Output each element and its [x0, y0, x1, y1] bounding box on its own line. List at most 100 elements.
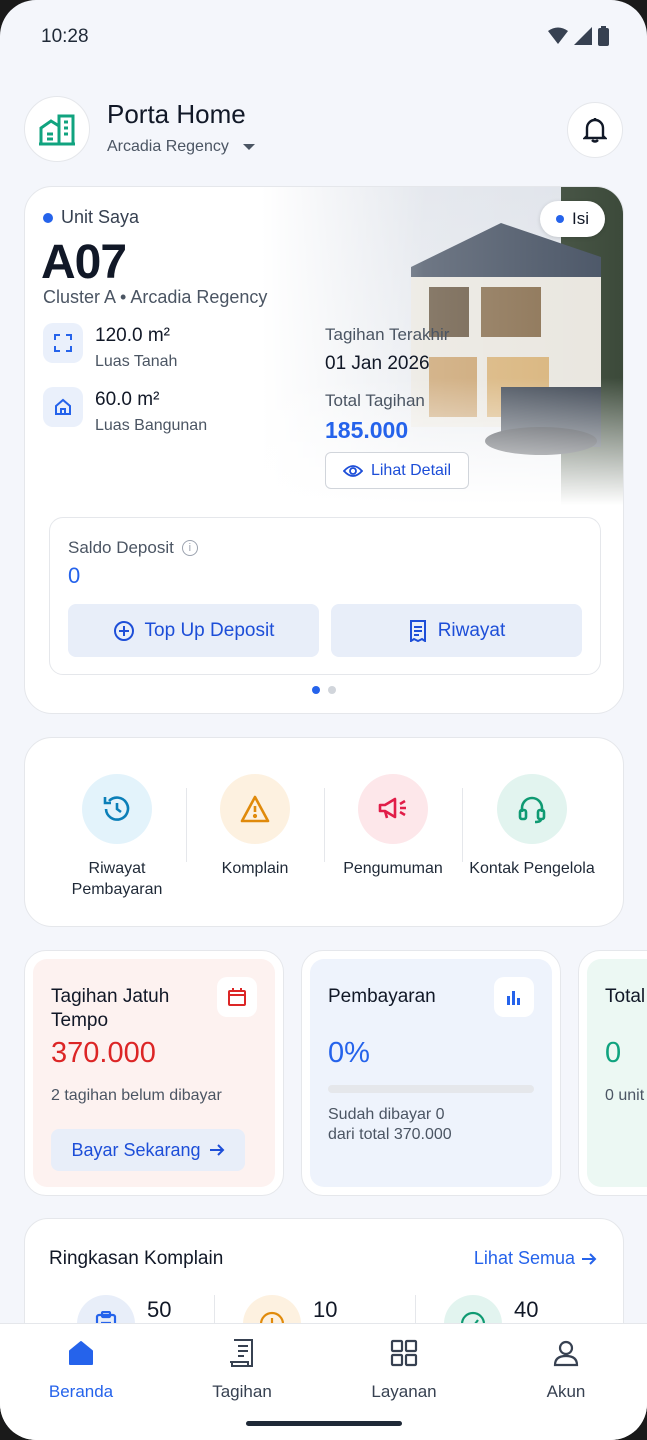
status-dot	[43, 212, 53, 223]
carousel-pager[interactable]	[25, 686, 623, 694]
total-amount-text: dari total 370.000	[328, 1126, 452, 1143]
receipt-icon	[182, 1336, 302, 1370]
phone-screen: 10:28 Porta Home Arcadia Regency Unit Sa…	[0, 0, 647, 1440]
last-bill-label: Tagihan Terakhir	[325, 325, 450, 344]
pager-dot-1[interactable]	[312, 686, 320, 694]
quick-action-announcement[interactable]: Pengumuman	[323, 774, 463, 879]
pay-now-button[interactable]: Bayar Sekarang	[51, 1129, 245, 1171]
deposit-value: 0	[68, 563, 81, 588]
history-icon	[82, 774, 152, 844]
deposit-panel: Saldo Deposit i 0 Top Up Deposit Riwayat	[49, 517, 601, 675]
deposit-label: Saldo Deposit i	[68, 538, 198, 558]
pager-dot-2[interactable]	[328, 686, 336, 694]
stat-subtitle: 0 unit	[605, 1087, 645, 1104]
stat-value: 0%	[328, 1037, 370, 1069]
building-area-value: 60.0 m²	[95, 389, 160, 410]
stats-carousel[interactable]: Tagihan Jatuh Tempo 370.000 2 tagihan be…	[24, 950, 647, 1196]
status-time: 10:28	[41, 26, 89, 47]
battery-icon	[598, 26, 609, 46]
caret-down-icon	[242, 144, 255, 150]
land-area-spec: 120.0 m² Luas Tanah	[43, 323, 177, 371]
user-icon	[506, 1336, 626, 1370]
stat-card-due-bg: Tagihan Jatuh Tempo 370.000 2 tagihan be…	[33, 959, 275, 1187]
badge-dot	[556, 215, 564, 223]
stat-card-deposit[interactable]: Total Depo 0 0 unit	[578, 950, 647, 1196]
quick-action-payment-history[interactable]: Riwayat Pembayaran	[47, 774, 187, 900]
stat-card-deposit-bg: Total Depo 0 0 unit	[587, 959, 647, 1187]
wifi-icon	[548, 27, 568, 44]
nav-label: Akun	[546, 1382, 586, 1401]
paid-amount-text: Sudah dibayar 0	[328, 1106, 445, 1123]
quick-action-label: Riwayat Pembayaran	[71, 860, 163, 898]
plus-circle-icon	[113, 620, 134, 641]
arrow-right-icon	[582, 1252, 597, 1265]
unit-code: A07	[41, 236, 127, 289]
location-selector[interactable]: Arcadia Regency	[107, 138, 255, 156]
notification-button[interactable]	[567, 102, 623, 158]
building-area-label: Luas Bangunan	[95, 417, 208, 434]
home-icon	[21, 1336, 141, 1370]
total-bill-value: 185.000	[325, 417, 409, 443]
nav-bills[interactable]: Tagihan	[182, 1336, 302, 1402]
info-icon[interactable]: i	[181, 540, 198, 556]
stat-card-due[interactable]: Tagihan Jatuh Tempo 370.000 2 tagihan be…	[24, 950, 284, 1196]
stat-title: Pembayaran	[328, 986, 436, 1007]
unit-section-label: Unit Saya	[43, 207, 139, 228]
arrow-right-icon	[209, 1144, 224, 1156]
location-label: Arcadia Regency	[107, 138, 229, 155]
total-bill-label: Total Tagihan	[325, 391, 425, 410]
top-up-label: Top Up Deposit	[144, 619, 275, 641]
nav-services[interactable]: Layanan	[344, 1336, 464, 1402]
megaphone-icon	[358, 774, 428, 844]
stat-value: 0	[605, 1037, 622, 1069]
top-up-deposit-button[interactable]: Top Up Deposit	[68, 604, 319, 657]
app-logo	[24, 96, 90, 162]
bell-icon	[583, 118, 607, 143]
view-detail-button[interactable]: Lihat Detail	[325, 452, 469, 489]
receipt-icon	[409, 619, 426, 642]
last-bill-date: 01 Jan 2026	[325, 353, 430, 374]
status-bar: 10:28	[0, 0, 647, 70]
unit-label-text: Unit Saya	[61, 207, 140, 227]
unit-cluster: Cluster A • Arcadia Regency	[43, 287, 268, 307]
land-area-label: Luas Tanah	[95, 353, 178, 370]
unit-card[interactable]: Unit Saya Isi A07 Cluster A • Arcadia Re…	[24, 186, 624, 714]
grid-icon	[344, 1336, 464, 1370]
bar-chart-icon	[494, 977, 534, 1017]
calendar-icon	[217, 977, 257, 1017]
building-icon	[39, 114, 75, 146]
land-area-value: 120.0 m²	[95, 325, 170, 346]
headset-icon	[497, 774, 567, 844]
bottom-navigation: Beranda Tagihan Layanan Akun	[0, 1323, 647, 1440]
deposit-label-text: Saldo Deposit	[68, 538, 174, 557]
stat-title: Tagihan Jatuh Tempo	[51, 986, 170, 1031]
status-icons	[548, 26, 609, 46]
warning-icon	[220, 774, 290, 844]
stat-card-payment[interactable]: Pembayaran 0% Sudah dibayar 0 dari total…	[301, 950, 561, 1196]
nav-label: Layanan	[371, 1382, 437, 1401]
app-title: Porta Home	[107, 99, 246, 129]
pay-now-label: Bayar Sekarang	[71, 1139, 201, 1160]
nav-account[interactable]: Akun	[506, 1336, 626, 1402]
stat-value: 370.000	[51, 1037, 156, 1069]
home-outline-icon	[43, 387, 83, 427]
nav-label: Tagihan	[212, 1382, 272, 1401]
eye-icon	[342, 464, 363, 477]
quick-actions: Riwayat Pembayaran Komplain Pengumuman K…	[24, 737, 624, 927]
quick-action-label: Kontak Pengelola	[469, 860, 595, 877]
deposit-history-button[interactable]: Riwayat	[331, 604, 582, 657]
badge-text: Isi	[572, 209, 589, 228]
app-header: Porta Home Arcadia Regency	[24, 96, 623, 162]
occupancy-badge: Isi	[540, 201, 605, 237]
signal-icon	[574, 27, 592, 45]
quick-action-complaint[interactable]: Komplain	[185, 774, 325, 879]
quick-action-contact-manager[interactable]: Kontak Pengelola	[462, 774, 602, 879]
quick-action-label: Komplain	[221, 860, 289, 877]
nav-label: Beranda	[48, 1382, 114, 1401]
nav-home[interactable]: Beranda	[21, 1336, 141, 1402]
see-all-link[interactable]: Lihat Semua	[474, 1248, 597, 1269]
home-indicator[interactable]	[246, 1421, 402, 1426]
quick-action-label: Pengumuman	[343, 860, 443, 877]
building-area-spec: 60.0 m² Luas Bangunan	[43, 387, 207, 435]
view-detail-label: Lihat Detail	[370, 461, 452, 479]
